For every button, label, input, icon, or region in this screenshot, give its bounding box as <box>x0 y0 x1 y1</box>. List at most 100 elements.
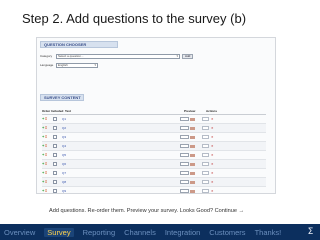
sigma-logo-icon: Σ <box>307 227 314 237</box>
drag-arrows-icon[interactable]: ⇕ <box>44 144 47 148</box>
reorder-handle[interactable]: + ⇕ <box>42 126 51 130</box>
nav-item-customers[interactable]: Customers <box>209 228 245 237</box>
preview-field[interactable] <box>180 180 189 184</box>
question-text-link[interactable]: Q3 <box>62 135 180 139</box>
drag-arrows-icon[interactable]: ⇕ <box>44 189 47 193</box>
reorder-handle[interactable]: + ⇕ <box>42 135 51 139</box>
preview-icon[interactable] <box>190 180 195 184</box>
preview-cell <box>180 180 202 184</box>
question-text-link[interactable]: Q8 <box>62 180 180 184</box>
row-actions: ✕ <box>202 144 214 148</box>
drag-arrows-icon[interactable]: ⇕ <box>44 117 47 121</box>
preview-icon[interactable] <box>190 144 195 148</box>
included-checkbox[interactable] <box>53 189 57 193</box>
delete-icon[interactable]: ✕ <box>211 135 214 139</box>
action-field[interactable] <box>202 126 209 130</box>
language-label: Language <box>40 63 54 67</box>
question-text-link[interactable]: Q4 <box>62 144 180 148</box>
included-checkbox[interactable] <box>53 126 57 130</box>
included-checkbox[interactable] <box>53 117 57 121</box>
slide-caption: Add questions. Re-order them. Preview yo… <box>49 208 245 214</box>
row-actions: ✕ <box>202 117 214 121</box>
included-checkbox[interactable] <box>53 171 57 175</box>
included-checkbox[interactable] <box>53 162 57 166</box>
reorder-handle[interactable]: + ⇕ <box>42 171 51 175</box>
reorder-handle[interactable]: + ⇕ <box>42 162 51 166</box>
question-text-link[interactable]: Q9 <box>62 189 180 193</box>
included-checkbox[interactable] <box>53 135 57 139</box>
delete-icon[interactable]: ✕ <box>211 180 214 184</box>
delete-icon[interactable]: ✕ <box>211 126 214 130</box>
action-field[interactable] <box>202 144 209 148</box>
language-select[interactable]: English ▾ <box>56 62 98 68</box>
preview-icon[interactable] <box>190 126 195 130</box>
preview-field[interactable] <box>180 162 189 166</box>
question-text-link[interactable]: Q5 <box>62 153 180 157</box>
preview-field[interactable] <box>180 126 189 130</box>
preview-cell <box>180 126 202 130</box>
question-text-link[interactable]: Q6 <box>62 162 180 166</box>
action-field[interactable] <box>202 171 209 175</box>
reorder-handle[interactable]: + ⇕ <box>42 189 51 193</box>
preview-cell <box>180 135 202 139</box>
preview-icon[interactable] <box>190 117 195 121</box>
reorder-handle[interactable]: + ⇕ <box>42 153 51 157</box>
preview-cell <box>180 189 202 193</box>
delete-icon[interactable]: ✕ <box>211 189 214 193</box>
preview-icon[interactable] <box>190 135 195 139</box>
header-order: Order <box>42 109 51 113</box>
delete-icon[interactable]: ✕ <box>211 171 214 175</box>
row-actions: ✕ <box>202 171 214 175</box>
question-text-link[interactable]: Q7 <box>62 171 180 175</box>
delete-icon[interactable]: ✕ <box>211 162 214 166</box>
included-checkbox[interactable] <box>53 153 57 157</box>
drag-arrows-icon[interactable]: ⇕ <box>44 162 47 166</box>
table-row: + ⇕ Q5 ✕ <box>42 151 266 160</box>
survey-editor-screenshot: QUESTION CHOOSER Category Select a quest… <box>36 37 276 194</box>
preview-icon[interactable] <box>190 153 195 157</box>
preview-field[interactable] <box>180 189 189 193</box>
action-field[interactable] <box>202 135 209 139</box>
delete-icon[interactable]: ✕ <box>211 117 214 121</box>
action-field[interactable] <box>202 180 209 184</box>
drag-arrows-icon[interactable]: ⇕ <box>44 135 47 139</box>
drag-arrows-icon[interactable]: ⇕ <box>44 126 47 130</box>
add-question-button[interactable]: Add <box>182 53 194 59</box>
preview-field[interactable] <box>180 171 189 175</box>
drag-arrows-icon[interactable]: ⇕ <box>44 153 47 157</box>
preview-icon[interactable] <box>190 162 195 166</box>
reorder-handle[interactable]: + ⇕ <box>42 180 51 184</box>
preview-field[interactable] <box>180 153 189 157</box>
included-checkbox[interactable] <box>53 180 57 184</box>
preview-field[interactable] <box>180 117 189 121</box>
action-field[interactable] <box>202 153 209 157</box>
nav-item-reporting[interactable]: Reporting <box>83 228 116 237</box>
action-field[interactable] <box>202 162 209 166</box>
question-text-link[interactable]: Q1 <box>62 117 180 121</box>
preview-field[interactable] <box>180 135 189 139</box>
row-actions: ✕ <box>202 162 214 166</box>
action-field[interactable] <box>202 117 209 121</box>
nav-item-thanks[interactable]: Thanks! <box>255 228 282 237</box>
included-checkbox[interactable] <box>53 144 57 148</box>
drag-arrows-icon[interactable]: ⇕ <box>44 171 47 175</box>
delete-icon[interactable]: ✕ <box>211 144 214 148</box>
drag-arrows-icon[interactable]: ⇕ <box>44 180 47 184</box>
reorder-handle[interactable]: + ⇕ <box>42 144 51 148</box>
reorder-handle[interactable]: + ⇕ <box>42 117 51 121</box>
nav-item-channels[interactable]: Channels <box>124 228 156 237</box>
preview-field[interactable] <box>180 144 189 148</box>
category-select[interactable]: Select a question... ▾ <box>56 53 180 59</box>
table-row: + ⇕ Q8 ✕ <box>42 178 266 187</box>
questions-table-header: Order Included Text Preview Actions <box>42 108 266 115</box>
table-row: + ⇕ Q2 ✕ <box>42 124 266 133</box>
action-field[interactable] <box>202 189 209 193</box>
preview-icon[interactable] <box>190 189 195 193</box>
survey-content-banner: SURVEY CONTENT <box>40 94 84 101</box>
question-text-link[interactable]: Q2 <box>62 126 180 130</box>
nav-item-overview[interactable]: Overview <box>4 228 35 237</box>
delete-icon[interactable]: ✕ <box>211 153 214 157</box>
preview-icon[interactable] <box>190 171 195 175</box>
nav-item-survey[interactable]: Survey <box>44 227 74 237</box>
nav-item-integration[interactable]: Integration <box>165 228 200 237</box>
